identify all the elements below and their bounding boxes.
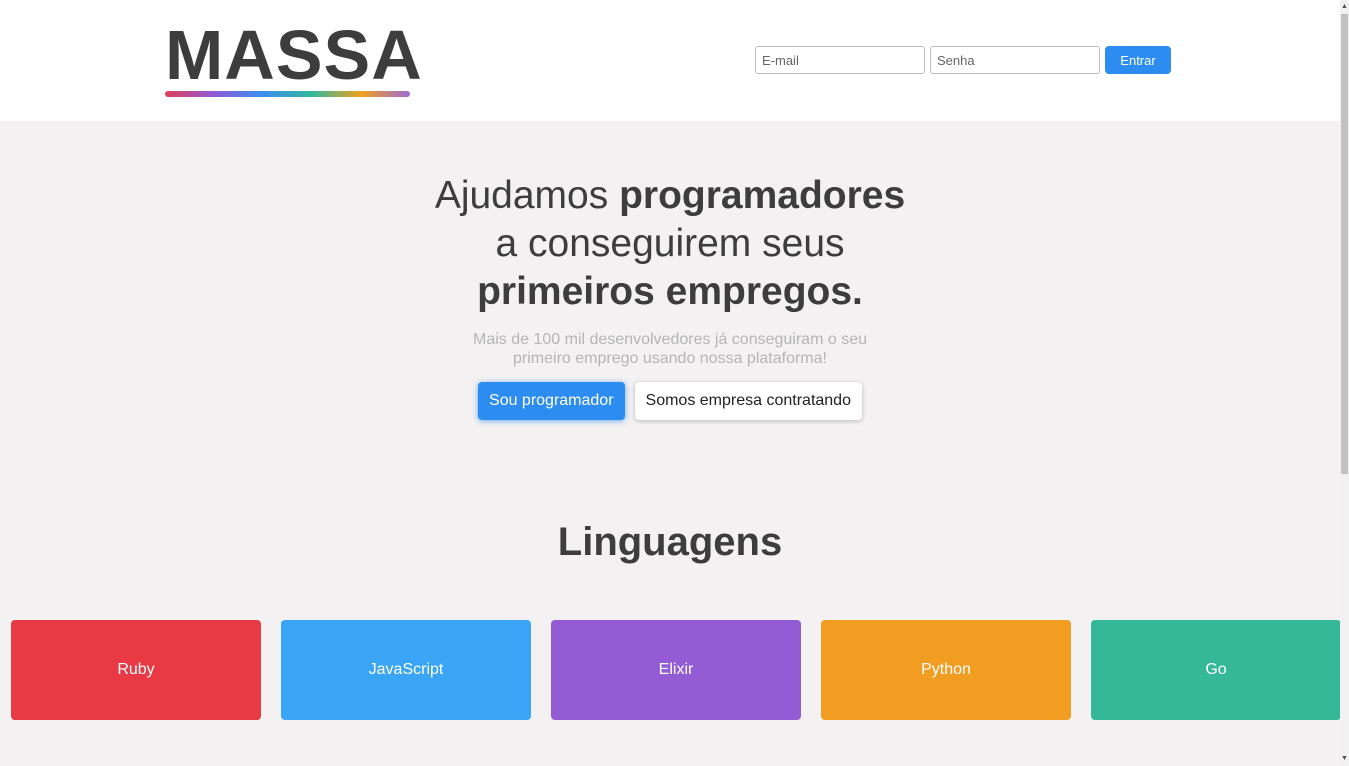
headline-part: Ajudamos [434, 174, 620, 217]
massa-logo[interactable]: MASSA [165, 20, 422, 100]
site-header: MASSA Entrar [0, 0, 1340, 121]
login-button[interactable]: Entrar [1105, 46, 1171, 74]
language-card-elixir[interactable]: Elixir [551, 620, 801, 720]
developer-cta-button[interactable]: Sou programador [478, 382, 625, 420]
scroll-down-arrow-icon[interactable]: ▼ [1341, 754, 1348, 764]
languages-list: Ruby JavaScript Elixir Python Go [11, 620, 1341, 720]
page: MASSA Entrar Ajudamos programadores a co… [0, 0, 1341, 766]
scrollbar-thumb[interactable] [1341, 14, 1348, 474]
logo-text: MASSA [165, 16, 423, 94]
cta-group: Sou programador Somos empresa contratand… [0, 382, 1340, 420]
email-input[interactable] [755, 46, 925, 74]
hero-headline: Ajudamos programadores a conseguirem seu… [0, 172, 1340, 316]
language-card-ruby[interactable]: Ruby [11, 620, 261, 720]
hero-section: Ajudamos programadores a conseguirem seu… [0, 121, 1340, 420]
languages-title: Linguagens [557, 520, 783, 564]
language-card-go[interactable]: Go [1091, 620, 1341, 720]
password-input[interactable] [930, 46, 1100, 74]
language-card-javascript[interactable]: JavaScript [281, 620, 531, 720]
logo-gradient-bar [165, 91, 410, 97]
company-cta-button[interactable]: Somos empresa contratando [634, 382, 862, 420]
headline-bold-part: primeiros empregos. [477, 270, 863, 313]
vertical-scrollbar[interactable]: ▲ ▼ [1340, 0, 1349, 766]
login-form: Entrar [755, 46, 1171, 74]
scroll-up-arrow-icon[interactable]: ▲ [1341, 2, 1348, 12]
hero-subtitle: Mais de 100 mil desenvolvedores já conse… [473, 331, 867, 367]
headline-bold-part: programadores [619, 174, 906, 217]
headline-part: a conseguirem seus [495, 222, 845, 265]
language-card-python[interactable]: Python [821, 620, 1071, 720]
